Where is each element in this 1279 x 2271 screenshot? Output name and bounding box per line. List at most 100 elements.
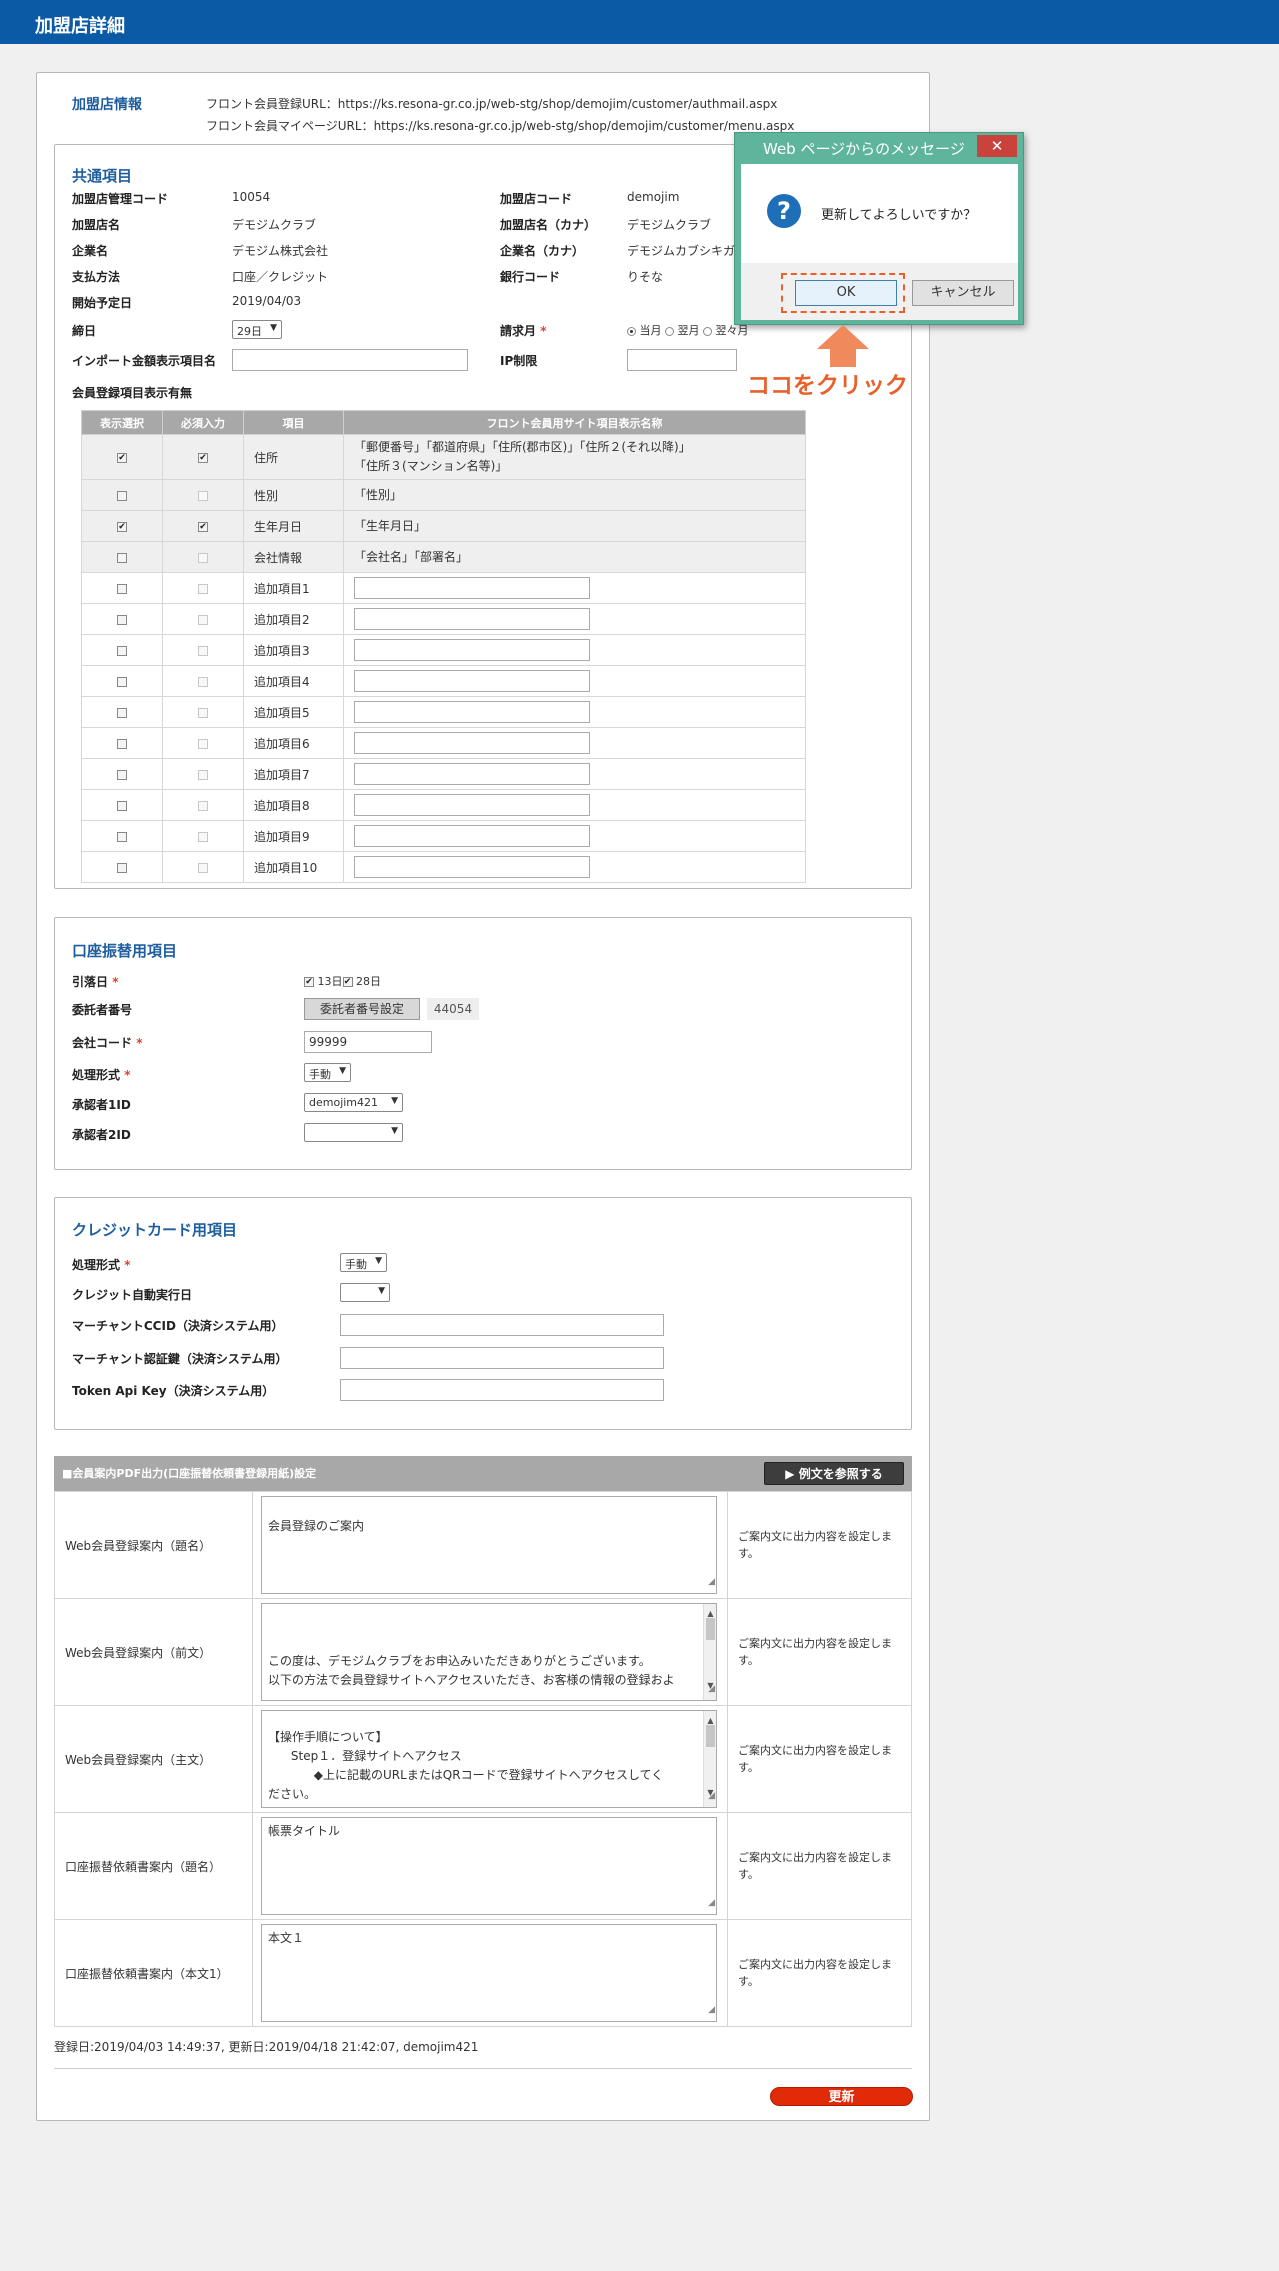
billing-radio-current[interactable] [627,326,636,336]
display-checkbox[interactable] [117,862,127,873]
display-checkbox[interactable] [117,738,127,749]
required-checkbox[interactable] [198,831,208,842]
pdf-textarea[interactable]: 会員登録のご案内 ◢ [261,1496,717,1594]
required-checkbox[interactable] [198,862,208,873]
page-header: 加盟店詳細 [0,0,1279,44]
approver2-select[interactable]: ▼ [304,1123,403,1142]
front-name-input[interactable] [354,608,590,630]
ccid-input[interactable] [340,1314,664,1336]
withdraw-28-checkbox[interactable]: ✔ [342,977,353,987]
display-checkbox[interactable] [117,831,127,842]
pdf-settings-table: Web会員登録案内（題名） 会員登録のご案内 ◢ ご案内文に出力内容を設定します。… [54,1491,912,2027]
auth-key-input[interactable] [340,1347,664,1369]
arrow-up-icon-stem [830,347,856,367]
display-checkbox[interactable] [117,614,127,625]
credit-auto-label: クレジット自動実行日 [72,1288,193,1302]
credit-process-select[interactable]: 手動 ▼ [340,1253,387,1272]
display-checkbox[interactable] [117,552,127,563]
display-checkbox[interactable] [117,707,127,718]
front-name-input[interactable] [354,701,590,723]
billing-radio-next[interactable] [665,326,674,336]
account-process-select[interactable]: 手動 ▼ [304,1063,351,1082]
display-checkbox[interactable] [117,490,127,501]
front-name-input[interactable] [354,825,590,847]
approver1-value: demojim421 [309,1096,379,1109]
billing-radio-after-next[interactable] [703,326,712,336]
pdf-textarea-text: この度は、デモジムクラブをお申込みいただきありがとうございます。 以下の方法で会… [268,1654,675,1687]
front-name-input[interactable] [354,763,590,785]
front-name: 「生年月日」 [343,510,806,542]
required-checkbox[interactable] [198,614,208,625]
approver1-select[interactable]: demojim421 ▼ [304,1093,403,1112]
pdf-textarea[interactable]: この度は、デモジムクラブをお申込みいただきありがとうございます。 以下の方法で会… [261,1603,717,1701]
display-checkbox[interactable]: ✔ [117,452,127,463]
front-name-input[interactable] [354,856,590,878]
pdf-textarea[interactable]: 本文１ ◢ [261,1924,717,2022]
ip-input[interactable] [627,349,737,371]
credit-auto-select[interactable]: ▼ [340,1283,390,1302]
front-name-input[interactable] [354,794,590,816]
required-checkbox[interactable] [198,769,208,780]
billing-label: 請求月 * [500,322,546,339]
display-checkbox[interactable] [117,769,127,780]
required-checkbox[interactable] [198,490,208,501]
scroll-thumb[interactable] [706,1725,715,1747]
required-checkbox[interactable] [198,583,208,594]
required-checkbox[interactable] [198,707,208,718]
front-name-input[interactable] [354,639,590,661]
resize-grip-icon[interactable]: ◢ [708,2001,715,2020]
pdf-row-label: 口座振替依頼書案内（本文1） [54,1919,253,2027]
record-meta: 登録日:2019/04/03 14:49:37, 更新日:2019/04/18 … [54,2040,479,2054]
dialog-message: 更新してよろしいですか？ [821,208,977,223]
example-button[interactable]: ▶ 例文を参照する [764,1462,904,1485]
display-checkbox[interactable]: ✔ [117,521,127,532]
required-checkbox[interactable] [198,738,208,749]
consignor-setting-button[interactable]: 委託者番号設定 [304,998,420,1020]
closing-select[interactable]: 29日 ▼ [232,320,282,339]
pdf-textarea[interactable]: 帳票タイトル ◢ [261,1817,717,1915]
resize-grip-icon[interactable]: ◢ [708,1573,715,1592]
display-checkbox[interactable] [117,800,127,811]
required-checkbox[interactable]: ✔ [198,521,208,532]
table-row: 性別 「性別」 [81,479,806,511]
table-row: 追加項目2 [81,603,806,635]
import-input[interactable] [232,349,468,371]
scroll-up-icon[interactable]: ▲ [704,1711,716,1725]
close-icon[interactable]: ✕ [977,135,1017,157]
token-label: Token Api Key（決済システム用） [72,1384,275,1398]
display-checkbox[interactable] [117,583,127,594]
front-name-input[interactable] [354,577,590,599]
required-checkbox[interactable] [198,552,208,563]
front-name-input[interactable] [354,670,590,692]
confirm-dialog: Web ページからのメッセージ ✕ ? 更新してよろしいですか？ OK キャンセ… [734,132,1024,325]
common-title: 共通項目 [72,167,133,185]
credit-process-label-text: 処理形式 [72,1258,121,1272]
required-mark: * [136,1036,143,1050]
update-button[interactable]: 更新 [770,2087,913,2106]
required-checkbox[interactable] [198,676,208,687]
resize-grip-icon[interactable]: ◢ [708,1680,715,1699]
front-name-line2: 「住所３(マンション名等)」 [354,459,508,473]
display-checkbox[interactable] [117,645,127,656]
account-process-value: 手動 [309,1068,331,1081]
mgmt-code-value: 10054 [232,190,271,204]
display-checkbox[interactable] [117,676,127,687]
pdf-hint: ご案内文に出力内容を設定します。 [727,1705,912,1813]
resize-grip-icon[interactable]: ◢ [708,1894,715,1913]
token-input[interactable] [340,1379,664,1401]
front-mypage-url: フロント会員マイページURL：https://ks.resona-gr.co.j… [206,119,795,133]
consignor-value: 44054 [427,998,479,1020]
front-name-input[interactable] [354,732,590,754]
withdraw-13-checkbox[interactable]: ✔ [304,977,314,987]
cancel-button[interactable]: キャンセル [912,280,1014,306]
required-checkbox[interactable] [198,645,208,656]
scroll-up-icon[interactable]: ▲ [704,1604,716,1618]
shop-name-label: 加盟店名 [72,218,121,232]
company-code-input[interactable]: 99999 [304,1031,432,1053]
required-checkbox[interactable]: ✔ [198,452,208,463]
pdf-textarea[interactable]: 【操作手順について】 Step１．登録サイトへアクセス ◆上に記載のURLまたは… [261,1710,717,1808]
table-row: ✔ ✔ 住所 「郵便番号」「都道府県」「住所(郡市区)」「住所２(それ以降)」「… [81,434,806,480]
scroll-thumb[interactable] [706,1618,715,1640]
required-checkbox[interactable] [198,800,208,811]
resize-grip-icon[interactable]: ◢ [708,1787,715,1806]
